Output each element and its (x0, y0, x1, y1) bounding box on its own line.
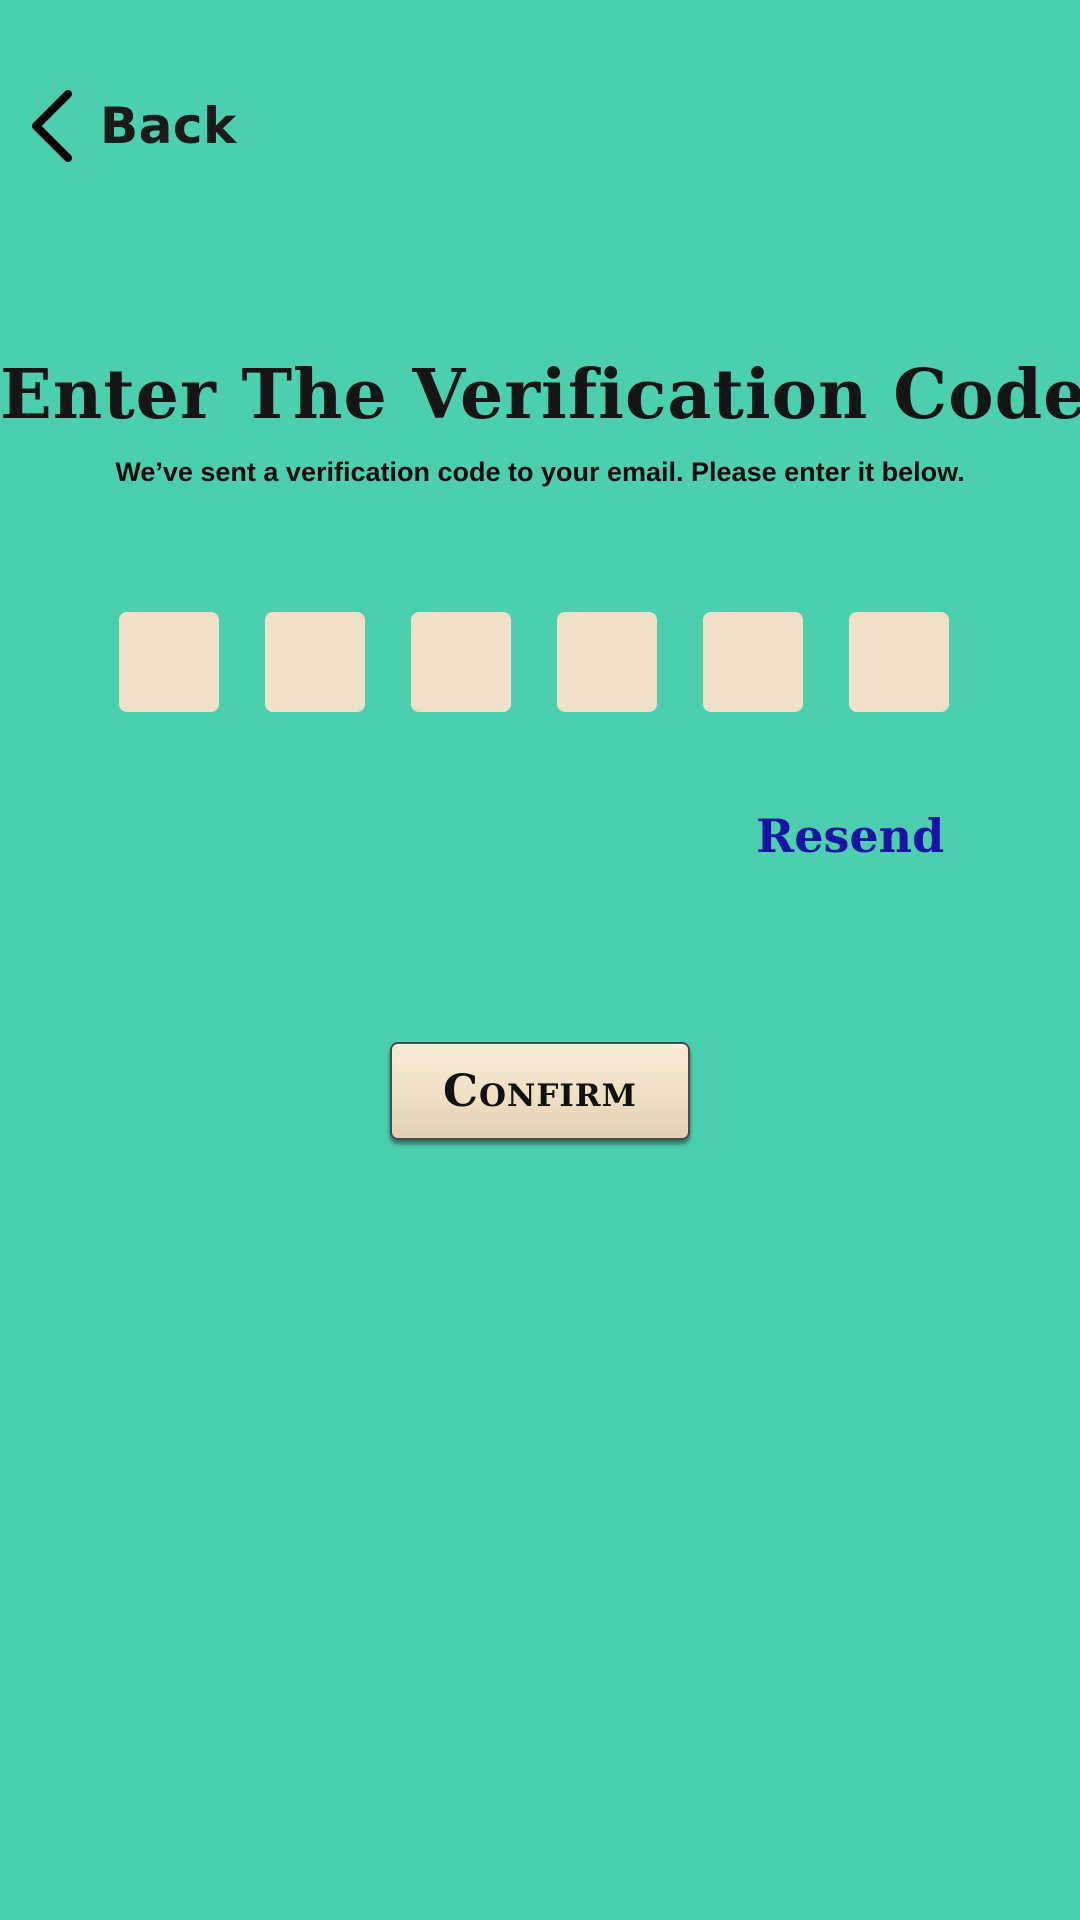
code-digit-5[interactable] (703, 612, 803, 712)
code-digit-4[interactable] (557, 612, 657, 712)
page-subtitle: We’ve sent a verification code to your e… (115, 457, 965, 487)
resend-link[interactable]: Resend (756, 806, 956, 866)
page-title: Enter The Verification Code (0, 355, 1080, 435)
back-label: Back (100, 97, 237, 155)
back-button[interactable]: Back (30, 88, 237, 164)
code-digit-1[interactable] (119, 612, 219, 712)
chevron-left-icon (32, 90, 72, 162)
confirm-label: Confirm (443, 1065, 637, 1117)
confirm-button[interactable]: Confirm (390, 1042, 690, 1140)
verification-code-inputs (119, 612, 949, 712)
code-digit-2[interactable] (265, 612, 365, 712)
code-digit-6[interactable] (849, 612, 949, 712)
code-digit-3[interactable] (411, 612, 511, 712)
